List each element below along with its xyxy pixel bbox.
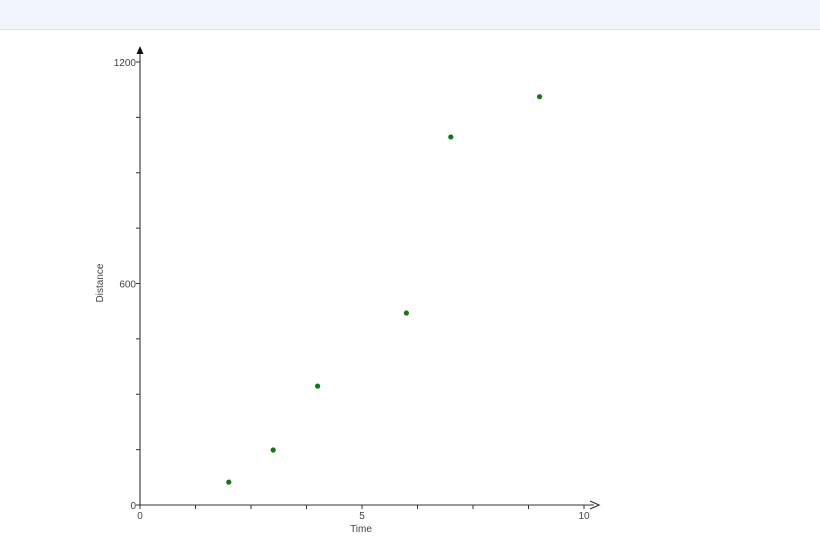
x-tick-label: 10 <box>578 511 590 522</box>
data-point <box>537 94 543 100</box>
scatter-chart: 0 5 10 0 600 1200 Time Distance <box>95 46 601 535</box>
y-axis-arrow-icon <box>136 46 144 54</box>
x-tick-label: 0 <box>137 511 143 522</box>
x-tick-label: 5 <box>359 511 365 522</box>
y-tick-label: 0 <box>130 501 136 512</box>
data-point <box>270 447 276 453</box>
y-tick-label: 600 <box>119 280 136 291</box>
x-axis-label: Time <box>350 524 372 535</box>
data-point <box>448 134 454 140</box>
y-tick-label: 1200 <box>114 58 137 69</box>
data-point <box>403 310 409 316</box>
data-point <box>226 479 232 485</box>
data-point <box>315 383 321 389</box>
y-axis-label: Distance <box>95 263 106 302</box>
